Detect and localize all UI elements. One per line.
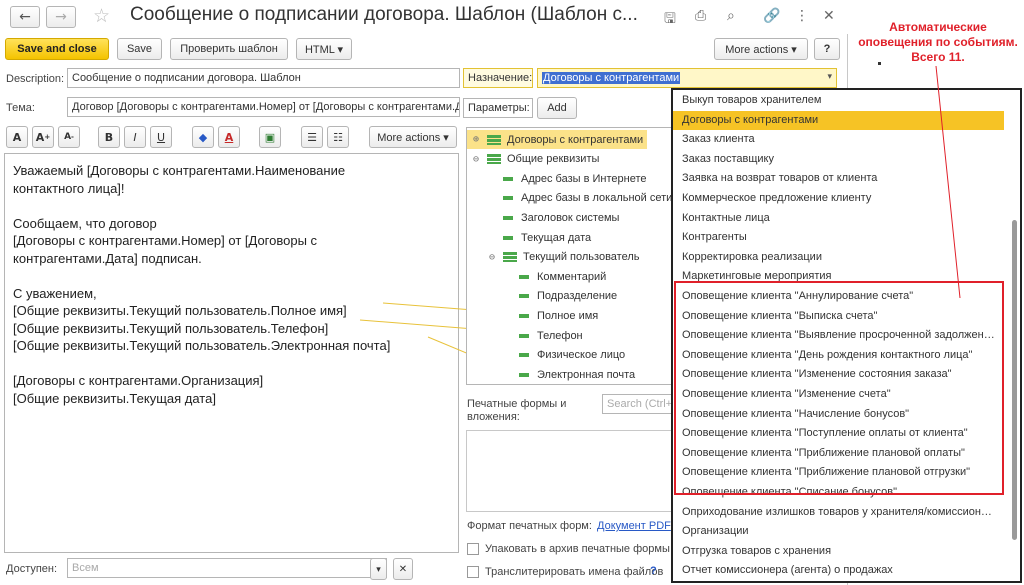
zip-checkbox-label: Упаковать в архив печатные формы [485, 543, 670, 555]
translit-help-icon[interactable]: ? [650, 565, 657, 577]
tree-row-label: Текущий пользователь [523, 251, 640, 264]
attachments-label-2: вложения: [467, 411, 520, 423]
translit-checkbox[interactable] [467, 566, 479, 578]
group-icon [503, 252, 517, 263]
tree-row-label: Текущая дата [521, 231, 592, 244]
tree-row-label: Адрес базы в локальной сети [521, 192, 673, 205]
notifications-highlight-box [674, 281, 1004, 495]
dropdown-scrollbar[interactable] [1012, 220, 1017, 540]
tree-row[interactable]: ⊕ Договоры с контрагентами [467, 130, 647, 149]
dropdown-item[interactable]: Отгрузка товаров с хранения [673, 542, 1004, 562]
tree-row-label: Телефон [537, 329, 583, 342]
annotation-line-2: оповещения по событиям. [858, 35, 1018, 49]
attribute-icon [503, 235, 513, 240]
tree-row-label: Заголовок системы [521, 211, 620, 224]
tree-row-label: Подразделение [537, 290, 618, 303]
attribute-icon [519, 353, 529, 358]
dropdown-item[interactable]: Отчет комиссионера (агента) о продажах [673, 561, 1004, 581]
available-label: Доступен: [6, 563, 58, 575]
attachments-label-1: Печатные формы и [467, 398, 567, 410]
attribute-icon [519, 372, 529, 377]
tree-row-label: Адрес базы в Интернете [521, 172, 647, 185]
attachments-search-input[interactable]: Search (Ctrl+F) [602, 394, 672, 414]
available-clear-button[interactable]: ✕ [393, 558, 413, 580]
chevron-down-icon: ▾ [376, 563, 381, 574]
available-field[interactable]: Всем [67, 558, 387, 578]
attribute-icon [519, 313, 529, 318]
attribute-icon [503, 176, 513, 181]
zip-checkbox[interactable] [467, 543, 479, 555]
annotation-line-1: Автоматические [889, 20, 987, 34]
collapse-icon[interactable]: ⊖ [487, 252, 497, 263]
tree-row-label: Комментарий [537, 270, 607, 283]
tree-row-label: Договоры с контрагентами [507, 133, 644, 146]
attribute-icon [519, 274, 529, 279]
attribute-icon [519, 294, 529, 299]
attribute-icon [503, 196, 513, 201]
tree-row-label: Электронная почта [537, 368, 636, 381]
translit-checkbox-label: Транслитерировать имена файлов [485, 566, 664, 578]
attribute-icon [519, 333, 529, 338]
annotation-arrow [935, 65, 961, 299]
attachments-list[interactable] [466, 430, 672, 512]
dot-mark [878, 62, 881, 65]
collapse-icon[interactable]: ⊖ [471, 154, 481, 165]
group-icon [487, 134, 501, 145]
tree-row-label: Общие реквизиты [507, 153, 600, 166]
expand-icon[interactable]: ⊕ [471, 134, 481, 145]
tree-row-label: Физическое лицо [537, 349, 626, 362]
tree-row-label: Полное имя [537, 309, 599, 322]
group-icon [487, 154, 501, 165]
annotation-callout: Автоматические оповещения по событиям. В… [852, 20, 1024, 65]
print-format-link[interactable]: Документ PDF [597, 520, 671, 532]
close-icon: ✕ [398, 563, 408, 575]
available-dropdown-button[interactable]: ▾ [370, 558, 387, 580]
attribute-icon [503, 215, 513, 220]
print-format-label: Формат печатных форм: [467, 520, 592, 532]
dropdown-item[interactable]: Оприходование излишков товаров у храните… [673, 503, 1004, 523]
dropdown-item[interactable]: Организации [673, 522, 1004, 542]
